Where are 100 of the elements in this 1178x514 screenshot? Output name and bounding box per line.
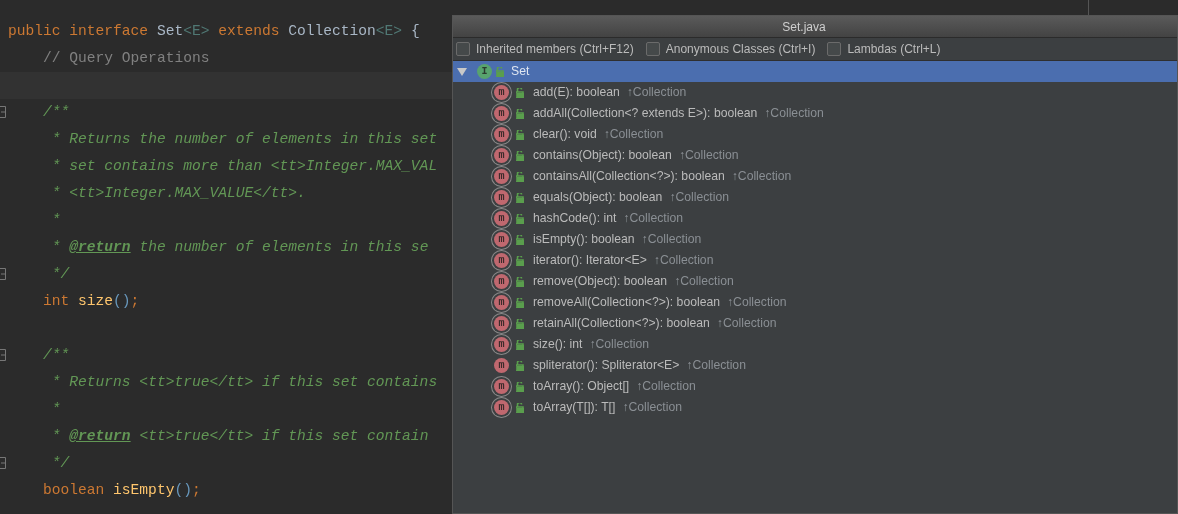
code-line: * <tt>Integer.MAX_VALUE</tt>. <box>51 184 306 203</box>
fold-marker-icon[interactable] <box>0 106 7 118</box>
origin-label: ↑Collection <box>603 126 664 144</box>
tree-item[interactable]: m hashCode(): int ↑Collection <box>453 208 1177 229</box>
tree-item[interactable]: m retainAll(Collection<?>): boolean ↑Collection <box>453 313 1177 334</box>
member-signature: clear(): void <box>533 126 597 144</box>
member-signature: size(): int <box>533 336 583 354</box>
code-line: int size(); <box>43 292 140 311</box>
abstract-method-icon: m <box>494 337 509 352</box>
tree-item[interactable]: m add(E): boolean ↑Collection <box>453 82 1177 103</box>
origin-label: ↑Collection <box>623 210 683 228</box>
lock-icon <box>516 234 525 245</box>
lock-icon <box>516 213 525 224</box>
tree-item[interactable]: m remove(Object): boolean ↑Collection <box>453 271 1177 292</box>
interface-icon: I <box>477 64 492 79</box>
tree-item[interactable]: m contains(Object): boolean ↑Collection <box>453 145 1177 166</box>
tree-item[interactable]: m size(): int ↑Collection <box>453 334 1177 355</box>
member-signature: retainAll(Collection<?>): boolean <box>533 315 710 333</box>
member-signature: toArray(T[]): T[] <box>533 399 616 417</box>
lock-icon <box>516 87 525 98</box>
code-line: * set contains more than <tt>Integer.MAX_VAL <box>51 157 438 176</box>
abstract-method-icon: m <box>494 400 509 415</box>
tree-item[interactable]: m equals(Object): boolean ↑Collection <box>453 187 1177 208</box>
abstract-method-icon: m <box>494 253 509 268</box>
origin-label: ↑Collection <box>626 84 687 102</box>
origin-label: ↑Collection <box>653 252 714 270</box>
origin-label: ↑Collection <box>731 168 792 186</box>
tree-item[interactable]: m toArray(): Object[] ↑Collection <box>453 376 1177 397</box>
fold-marker-icon[interactable] <box>0 268 7 280</box>
lock-icon <box>496 66 505 77</box>
lock-icon <box>516 171 525 182</box>
lock-icon <box>516 255 525 266</box>
origin-label: ↑Collection <box>622 399 682 417</box>
option-checkbox[interactable]: Lambdas (Ctrl+L) <box>827 40 941 58</box>
expanded-arrow-icon[interactable] <box>457 66 467 77</box>
tree-item[interactable]: m iterator(): Iterator<E> ↑Collection <box>453 250 1177 271</box>
tree-item[interactable]: m addAll(Collection<? extends E>): boolean ↑Collection <box>453 103 1177 124</box>
tree-item[interactable]: m toArray(T[]): T[] ↑Collection <box>453 397 1177 418</box>
abstract-method-icon: m <box>494 190 509 205</box>
lock-icon <box>516 150 525 161</box>
lock-icon <box>516 192 525 203</box>
abstract-method-icon: m <box>494 169 509 184</box>
member-signature: hashCode(): int <box>533 210 617 228</box>
origin-label: ↑Collection <box>678 147 739 165</box>
code-line: boolean isEmpty(); <box>43 481 201 500</box>
origin-label: ↑Collection <box>636 378 696 396</box>
origin-label: ↑Collection <box>686 357 746 375</box>
abstract-method-icon: m <box>494 85 509 100</box>
tree-item[interactable]: m clear(): void ↑Collection <box>453 124 1177 145</box>
code-line: /** <box>43 346 70 365</box>
tree-item[interactable]: m removeAll(Collection<?>): boolean ↑Collection <box>453 292 1177 313</box>
abstract-method-icon: m <box>494 148 509 163</box>
code-line: /** <box>43 103 70 122</box>
origin-label: ↑Collection <box>674 273 734 291</box>
member-signature: iterator(): Iterator<E> <box>533 252 647 270</box>
tree-item[interactable]: I Set <box>453 61 1177 82</box>
code-line: // Query Operations <box>43 49 210 68</box>
member-signature: equals(Object): boolean <box>533 189 663 207</box>
origin-label: ↑Collection <box>589 336 650 354</box>
member-signature: removeAll(Collection<?>): boolean <box>533 294 720 312</box>
abstract-method-icon: m <box>494 211 509 226</box>
tree-item[interactable]: m isEmpty(): boolean ↑Collection <box>453 229 1177 250</box>
abstract-method-icon: m <box>494 106 509 121</box>
option-checkbox[interactable]: Inherited members (Ctrl+F12) <box>456 40 634 58</box>
abstract-method-icon: m <box>494 316 509 331</box>
member-signature: containsAll(Collection<?>): boolean <box>533 168 725 186</box>
code-line: * @return the number of elements in this se <box>51 238 429 257</box>
member-signature: remove(Object): boolean <box>533 273 668 291</box>
member-signature: isEmpty(): boolean <box>533 231 635 249</box>
lock-icon <box>516 402 525 413</box>
origin-label: ↑Collection <box>716 315 777 333</box>
option-checkbox[interactable]: Anonymous Classes (Ctrl+I) <box>645 40 816 58</box>
code-line: * Returns <tt>true</tt> if this set contains <box>51 373 438 392</box>
fold-marker-icon[interactable] <box>0 457 7 469</box>
lock-icon <box>516 360 525 371</box>
code-line: * @return <tt>true</tt> if this set contain <box>51 427 429 446</box>
tree-item[interactable]: m containsAll(Collection<?>): boolean ↑Collection <box>453 166 1177 187</box>
popup-title: Set.java <box>782 18 826 36</box>
tree-item[interactable]: m spliterator(): Spliterator<E> ↑Collection <box>453 355 1177 376</box>
code-line: * <box>51 211 61 230</box>
member-signature: spliterator(): Spliterator<E> <box>533 357 680 375</box>
origin-label: ↑Collection <box>764 105 824 123</box>
code-line: public interface Set<E> extends Collection<E> { <box>8 22 420 41</box>
lock-icon <box>516 276 525 287</box>
abstract-method-icon: m <box>494 127 509 142</box>
member-signature: contains(Object): boolean <box>533 147 672 165</box>
origin-label: ↑Collection <box>727 294 787 312</box>
member-signature: toArray(): Object[] <box>533 378 630 396</box>
lock-icon <box>516 129 525 140</box>
code-line: * Returns the number of elements in this set <box>51 130 438 149</box>
lock-icon <box>516 297 525 308</box>
code-line: */ <box>51 454 70 473</box>
lock-icon <box>516 108 525 119</box>
abstract-method-icon: m <box>494 379 509 394</box>
lock-icon <box>516 381 525 392</box>
member-signature: addAll(Collection<? extends E>): boolean <box>533 105 758 123</box>
fold-marker-icon[interactable] <box>0 349 7 361</box>
lock-icon <box>516 339 525 350</box>
member-signature: add(E): boolean <box>533 84 620 102</box>
origin-label: ↑Collection <box>669 189 730 207</box>
